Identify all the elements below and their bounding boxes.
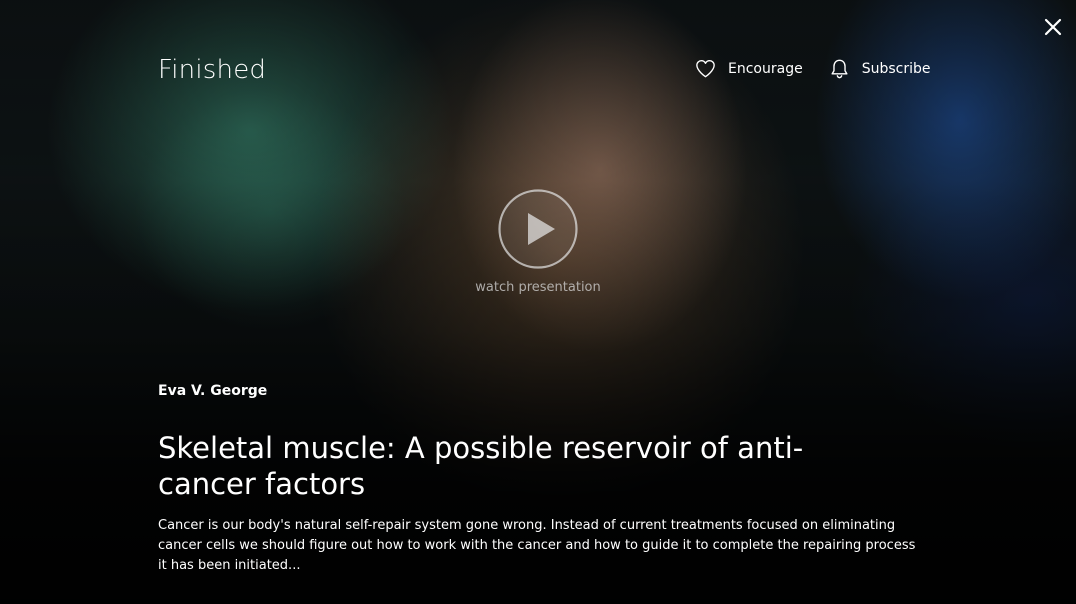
status-label: Finished xyxy=(158,55,267,85)
play-button[interactable] xyxy=(498,189,578,269)
subscribe-button[interactable]: Subscribe xyxy=(829,58,931,79)
play-icon xyxy=(498,189,578,269)
watch-presentation-label[interactable]: watch presentation xyxy=(438,280,638,295)
presentation-title: Skeletal muscle: A possible reservoir of… xyxy=(158,431,804,501)
speaker-name[interactable]: Eva V. George xyxy=(158,383,267,399)
background-shade xyxy=(0,0,1076,604)
close-button[interactable] xyxy=(1040,14,1066,40)
presentation-overlay: Finished Encourage Subscribe watch prese… xyxy=(0,0,1076,604)
action-bar: Encourage Subscribe xyxy=(695,58,931,79)
encourage-button[interactable]: Encourage xyxy=(695,58,803,79)
encourage-label: Encourage xyxy=(728,60,803,77)
heart-icon xyxy=(695,58,716,79)
subscribe-label: Subscribe xyxy=(861,60,931,77)
presentation-description: Cancer is our body's natural self-repair… xyxy=(158,518,916,573)
bell-icon xyxy=(829,58,850,79)
close-icon xyxy=(1044,18,1062,36)
